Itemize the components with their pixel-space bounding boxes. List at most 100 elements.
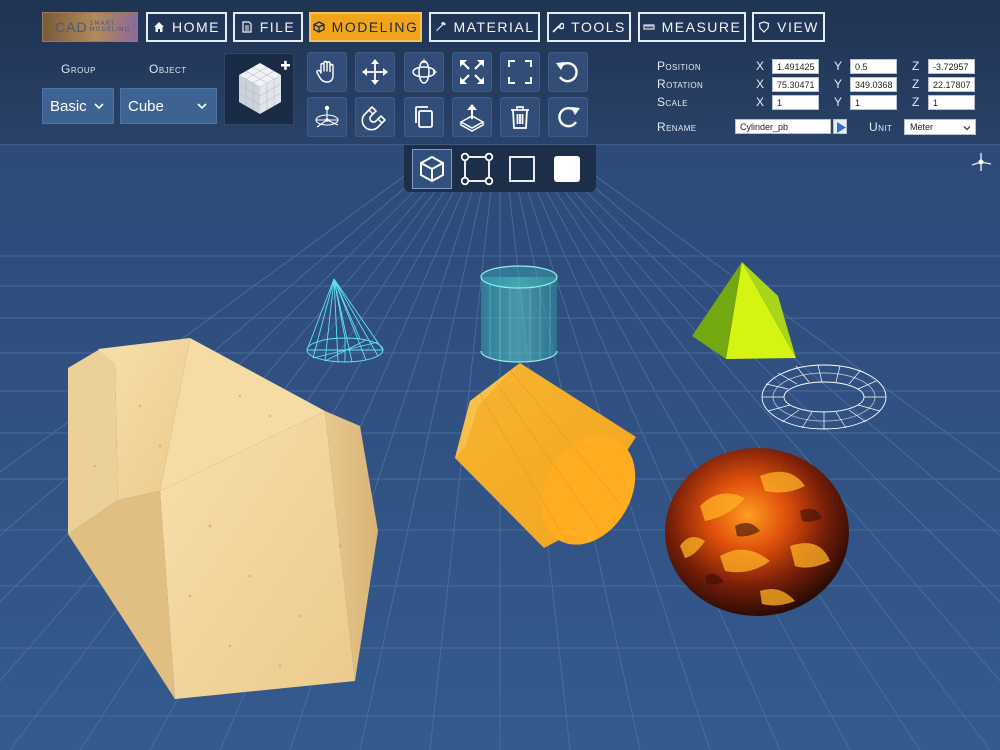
nav-material-label: MATERIAL xyxy=(453,19,535,35)
wireframe-mode-button[interactable] xyxy=(502,149,542,189)
axis-y-label: Y xyxy=(834,77,843,91)
rotate-icon xyxy=(412,59,437,84)
ruler-icon xyxy=(643,24,655,30)
group-label: Group xyxy=(61,62,96,76)
chevron-down-icon xyxy=(963,126,971,131)
nav-file-label: FILE xyxy=(259,19,296,35)
duplicate-button[interactable] xyxy=(404,97,444,137)
move-icon xyxy=(362,59,388,85)
undo-button[interactable] xyxy=(548,52,588,92)
object-mode-button[interactable] xyxy=(412,149,452,189)
axis-y-label: Y xyxy=(834,95,843,109)
add-object-button[interactable] xyxy=(224,53,294,125)
scale-x-input[interactable]: 1 xyxy=(772,95,819,110)
wrench-icon xyxy=(552,22,565,33)
rotation-label: Rotation xyxy=(657,77,704,91)
axis-z-label: Z xyxy=(912,77,920,91)
axis-y-label: Y xyxy=(834,59,843,73)
nav-modeling-label: MODELING xyxy=(331,19,419,35)
object-select-value: Cube xyxy=(128,97,164,115)
vertex-mode-button[interactable] xyxy=(457,149,497,189)
move-tool-button[interactable] xyxy=(355,52,395,92)
cube-icon xyxy=(313,21,325,33)
unit-label: Unit xyxy=(869,120,893,134)
snap-tool-button[interactable] xyxy=(355,97,395,137)
viewport-3d[interactable] xyxy=(0,146,1000,750)
lava-sphere-object xyxy=(665,448,849,616)
export-icon xyxy=(459,104,485,132)
scale-y-input[interactable]: 1 xyxy=(850,95,897,110)
glass-cylinder-object xyxy=(480,265,558,363)
group-select[interactable]: Basic xyxy=(42,88,114,124)
duplicate-icon xyxy=(415,106,433,128)
group-select-value: Basic xyxy=(50,97,87,115)
cube-preview-icon xyxy=(238,60,290,114)
file-icon xyxy=(242,21,252,33)
unit-select-value: Meter xyxy=(910,122,934,132)
top-panel: CAD SMART MODELING HOME FILE MODELING MA… xyxy=(0,0,1000,145)
vertex-mode-icon xyxy=(460,152,494,186)
nav-file-button[interactable]: FILE xyxy=(233,12,303,42)
frame-icon xyxy=(508,60,532,84)
hand-icon xyxy=(316,60,334,83)
nav-home-label: HOME xyxy=(172,19,220,35)
dropper-icon xyxy=(436,22,446,32)
pivot-icon xyxy=(315,105,339,128)
position-y-input[interactable]: 0.5 xyxy=(850,59,897,74)
home-icon xyxy=(154,22,164,32)
undo-icon xyxy=(556,61,578,83)
play-icon xyxy=(837,122,846,133)
axis-x-label: X xyxy=(756,77,765,91)
pan-tool-button[interactable] xyxy=(307,52,347,92)
wireframe-mode-icon xyxy=(509,156,535,182)
axis-z-label: Z xyxy=(912,59,920,73)
position-label: Position xyxy=(657,59,702,73)
rename-apply-button[interactable] xyxy=(833,119,847,134)
chevron-down-icon xyxy=(197,103,207,110)
nav-measure-button[interactable]: MEASURE xyxy=(638,12,746,42)
shield-icon xyxy=(758,21,770,33)
position-x-input[interactable]: 1.491425 xyxy=(772,59,819,74)
unit-select[interactable]: Meter xyxy=(904,119,976,135)
scale-z-input[interactable]: 1 xyxy=(928,95,975,110)
axis-x-label: X xyxy=(756,95,765,109)
rotate-tool-button[interactable] xyxy=(404,52,444,92)
delete-button[interactable] xyxy=(500,97,540,137)
nav-measure-label: MEASURE xyxy=(661,19,742,35)
nav-view-button[interactable]: VIEW xyxy=(752,12,825,42)
nav-home-button[interactable]: HOME xyxy=(146,12,227,42)
object-mode-icon xyxy=(420,156,444,182)
nav-tools-button[interactable]: TOOLS xyxy=(547,12,631,42)
axis-z-label: Z xyxy=(912,95,920,109)
rename-input[interactable]: Cylinder_pb xyxy=(735,119,831,134)
app-logo: CAD SMART MODELING xyxy=(42,12,138,42)
trash-icon xyxy=(511,106,529,129)
plus-icon xyxy=(281,60,290,70)
nav-material-button[interactable]: MATERIAL xyxy=(429,12,540,42)
nav-tools-label: TOOLS xyxy=(571,19,626,35)
rotation-x-input[interactable]: 75.30471 xyxy=(772,77,819,92)
nav-modeling-button[interactable]: MODELING xyxy=(309,12,422,42)
rotation-z-input[interactable]: 22.17807 xyxy=(928,77,975,92)
logo-sub-text: SMART MODELING xyxy=(90,21,131,33)
chevron-down-icon xyxy=(94,103,104,110)
selection-mode-toolbar xyxy=(404,145,596,192)
object-select[interactable]: Cube xyxy=(120,88,217,124)
scale-label: Scale xyxy=(657,95,688,109)
logo-main-text: CAD xyxy=(55,19,88,35)
scale-tool-button[interactable] xyxy=(452,52,492,92)
axis-x-label: X xyxy=(756,59,765,73)
frame-selection-button[interactable] xyxy=(500,52,540,92)
rotation-y-input[interactable]: 349.0368 xyxy=(850,77,897,92)
export-button[interactable] xyxy=(452,97,492,137)
solid-mode-icon xyxy=(554,156,580,182)
object-label: Object xyxy=(149,62,187,76)
redo-button[interactable] xyxy=(548,97,588,137)
nav-view-label: VIEW xyxy=(777,19,819,35)
solid-mode-button[interactable] xyxy=(547,149,587,189)
pivot-tool-button[interactable] xyxy=(307,97,347,137)
logo-sub-line2: MODELING xyxy=(89,26,131,33)
redo-icon xyxy=(558,106,580,128)
snap-magnet-icon xyxy=(361,106,386,131)
position-z-input[interactable]: -3.72957 xyxy=(928,59,975,74)
